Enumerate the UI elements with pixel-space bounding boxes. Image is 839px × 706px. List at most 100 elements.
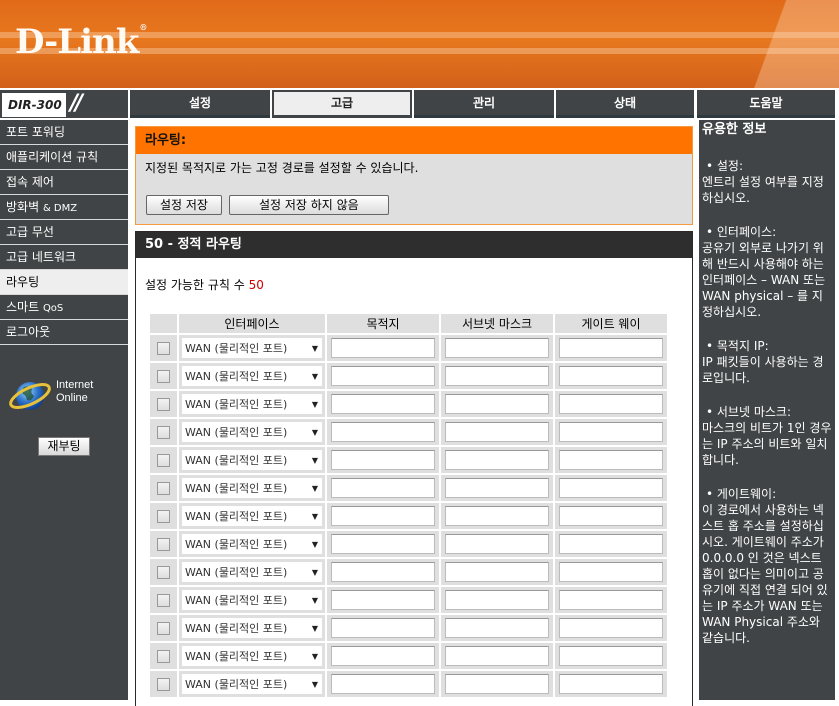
gateway-cell — [555, 559, 667, 585]
interface-select[interactable]: WAN (물리적인 포트) ▼ — [182, 646, 322, 666]
sidebar-item-routing[interactable]: 라우팅 — [0, 270, 128, 295]
help-interface: • 인터페이스: 공유기 외부로 나가기 위해 반드시 사용해야 하는 인터페이스… — [702, 224, 833, 320]
enable-checkbox[interactable] — [157, 341, 170, 355]
save-settings-button[interactable]: 설정 저장 — [146, 195, 222, 215]
gateway-input[interactable] — [559, 646, 663, 666]
gateway-input[interactable] — [559, 562, 663, 582]
interface-select[interactable]: WAN (물리적인 포트) ▼ — [182, 562, 322, 582]
interface-select[interactable]: WAN (물리적인 포트) ▼ — [182, 450, 322, 470]
status-line-2: Online — [56, 392, 88, 404]
subnet-mask-input[interactable] — [445, 618, 549, 638]
destination-input[interactable] — [331, 394, 435, 414]
enable-checkbox[interactable] — [157, 481, 170, 495]
subnet-cell — [441, 671, 553, 697]
help-destination: • 목적지 IP: IP 패킷들이 사용하는 경로입니다. — [702, 338, 833, 386]
help-heading: • 게이트웨이: — [706, 487, 777, 501]
destination-input[interactable] — [331, 590, 435, 610]
sidebar-item-advanced-wireless[interactable]: 고급 무선 — [0, 220, 128, 245]
subnet-mask-input[interactable] — [445, 394, 549, 414]
gateway-input[interactable] — [559, 618, 663, 638]
sidebar-item-port-forwarding[interactable]: 포트 포워딩 — [0, 120, 128, 145]
destination-input[interactable] — [331, 422, 435, 442]
interface-select[interactable]: WAN (물리적인 포트) ▼ — [182, 338, 322, 358]
enable-checkbox[interactable] — [157, 425, 170, 439]
chevron-down-icon: ▼ — [311, 595, 318, 605]
gateway-input[interactable] — [559, 674, 663, 694]
subnet-mask-input[interactable] — [445, 450, 549, 470]
interface-select[interactable]: WAN (물리적인 포트) ▼ — [182, 478, 322, 498]
gateway-input[interactable] — [559, 478, 663, 498]
gateway-input[interactable] — [559, 422, 663, 442]
enable-checkbox[interactable] — [157, 509, 170, 523]
reboot-button[interactable]: 재부팅 — [38, 437, 90, 456]
destination-input[interactable] — [331, 450, 435, 470]
enable-checkbox[interactable] — [157, 677, 170, 691]
interface-select[interactable]: WAN (물리적인 포트) ▼ — [182, 394, 322, 414]
gateway-input[interactable] — [559, 506, 663, 526]
gateway-input[interactable] — [559, 366, 663, 386]
gateway-input[interactable] — [559, 338, 663, 358]
subnet-cell — [441, 335, 553, 361]
sidebar-item-firewall-dmz[interactable]: 방화벽 & DMZ — [0, 195, 128, 220]
sidebar-item-application-rules[interactable]: 애플리케이션 규칙 — [0, 145, 128, 170]
sidebar-item-logout[interactable]: 로그아웃 — [0, 320, 128, 345]
enable-checkbox[interactable] — [157, 537, 170, 551]
interface-select[interactable]: WAN (물리적인 포트) ▼ — [182, 506, 322, 526]
gateway-cell — [555, 335, 667, 361]
enable-checkbox[interactable] — [157, 453, 170, 467]
chevron-down-icon: ▼ — [311, 455, 318, 465]
enable-checkbox[interactable] — [157, 565, 170, 579]
interface-cell: WAN (물리적인 포트) ▼ — [179, 671, 325, 697]
enable-checkbox[interactable] — [157, 397, 170, 411]
gateway-input[interactable] — [559, 534, 663, 554]
subnet-mask-input[interactable] — [445, 478, 549, 498]
sidebar-item-smart-qos[interactable]: 스마트 QoS — [0, 295, 128, 320]
gateway-input[interactable] — [559, 394, 663, 414]
dont-save-settings-button[interactable]: 설정 저장 하지 않음 — [228, 195, 389, 215]
interface-select[interactable]: WAN (물리적인 포트) ▼ — [182, 618, 322, 638]
interface-select[interactable]: WAN (물리적인 포트) ▼ — [182, 366, 322, 386]
subnet-mask-input[interactable] — [445, 534, 549, 554]
enable-checkbox[interactable] — [157, 369, 170, 383]
destination-input[interactable] — [331, 618, 435, 638]
tab-maintenance[interactable]: 관리 — [414, 90, 554, 118]
enable-checkbox[interactable] — [157, 649, 170, 663]
interface-select[interactable]: WAN (물리적인 포트) ▼ — [182, 422, 322, 442]
subnet-mask-input[interactable] — [445, 590, 549, 610]
tab-status[interactable]: 상태 — [556, 90, 694, 118]
destination-input[interactable] — [331, 338, 435, 358]
tab-setup[interactable]: 설정 — [130, 90, 270, 118]
slash-decoration: // — [70, 91, 83, 116]
destination-input[interactable] — [331, 478, 435, 498]
subnet-mask-input[interactable] — [445, 646, 549, 666]
col-subnet-header: 서브넷 마스크 — [441, 314, 553, 333]
subnet-mask-input[interactable] — [445, 422, 549, 442]
table-row: WAN (물리적인 포트) ▼ — [150, 531, 667, 557]
destination-input[interactable] — [331, 674, 435, 694]
destination-input[interactable] — [331, 366, 435, 386]
subnet-mask-input[interactable] — [445, 338, 549, 358]
sidebar-item-access-control[interactable]: 접속 제어 — [0, 170, 128, 195]
tab-advanced[interactable]: 고급 — [272, 90, 412, 118]
rule-count: 설정 가능한 규칙 수 50 — [145, 276, 264, 293]
interface-select[interactable]: WAN (물리적인 포트) ▼ — [182, 590, 322, 610]
interface-select[interactable]: WAN (물리적인 포트) ▼ — [182, 534, 322, 554]
sidebar-item-advanced-network[interactable]: 고급 네트워크 — [0, 245, 128, 270]
subnet-mask-input[interactable] — [445, 674, 549, 694]
subnet-mask-input[interactable] — [445, 506, 549, 526]
gateway-input[interactable] — [559, 450, 663, 470]
enable-cell — [150, 363, 177, 389]
destination-input[interactable] — [331, 562, 435, 582]
chevron-down-icon: ▼ — [311, 623, 318, 633]
interface-select[interactable]: WAN (물리적인 포트) ▼ — [182, 674, 322, 694]
gateway-input[interactable] — [559, 590, 663, 610]
section-description: 지정된 목적지로 가는 고정 경로를 설정할 수 있습니다. — [145, 161, 419, 175]
destination-input[interactable] — [331, 506, 435, 526]
enable-checkbox[interactable] — [157, 621, 170, 635]
enable-checkbox[interactable] — [157, 593, 170, 607]
destination-input[interactable] — [331, 646, 435, 666]
tab-help[interactable]: 도움말 — [697, 90, 835, 118]
subnet-mask-input[interactable] — [445, 562, 549, 582]
subnet-mask-input[interactable] — [445, 366, 549, 386]
destination-input[interactable] — [331, 534, 435, 554]
